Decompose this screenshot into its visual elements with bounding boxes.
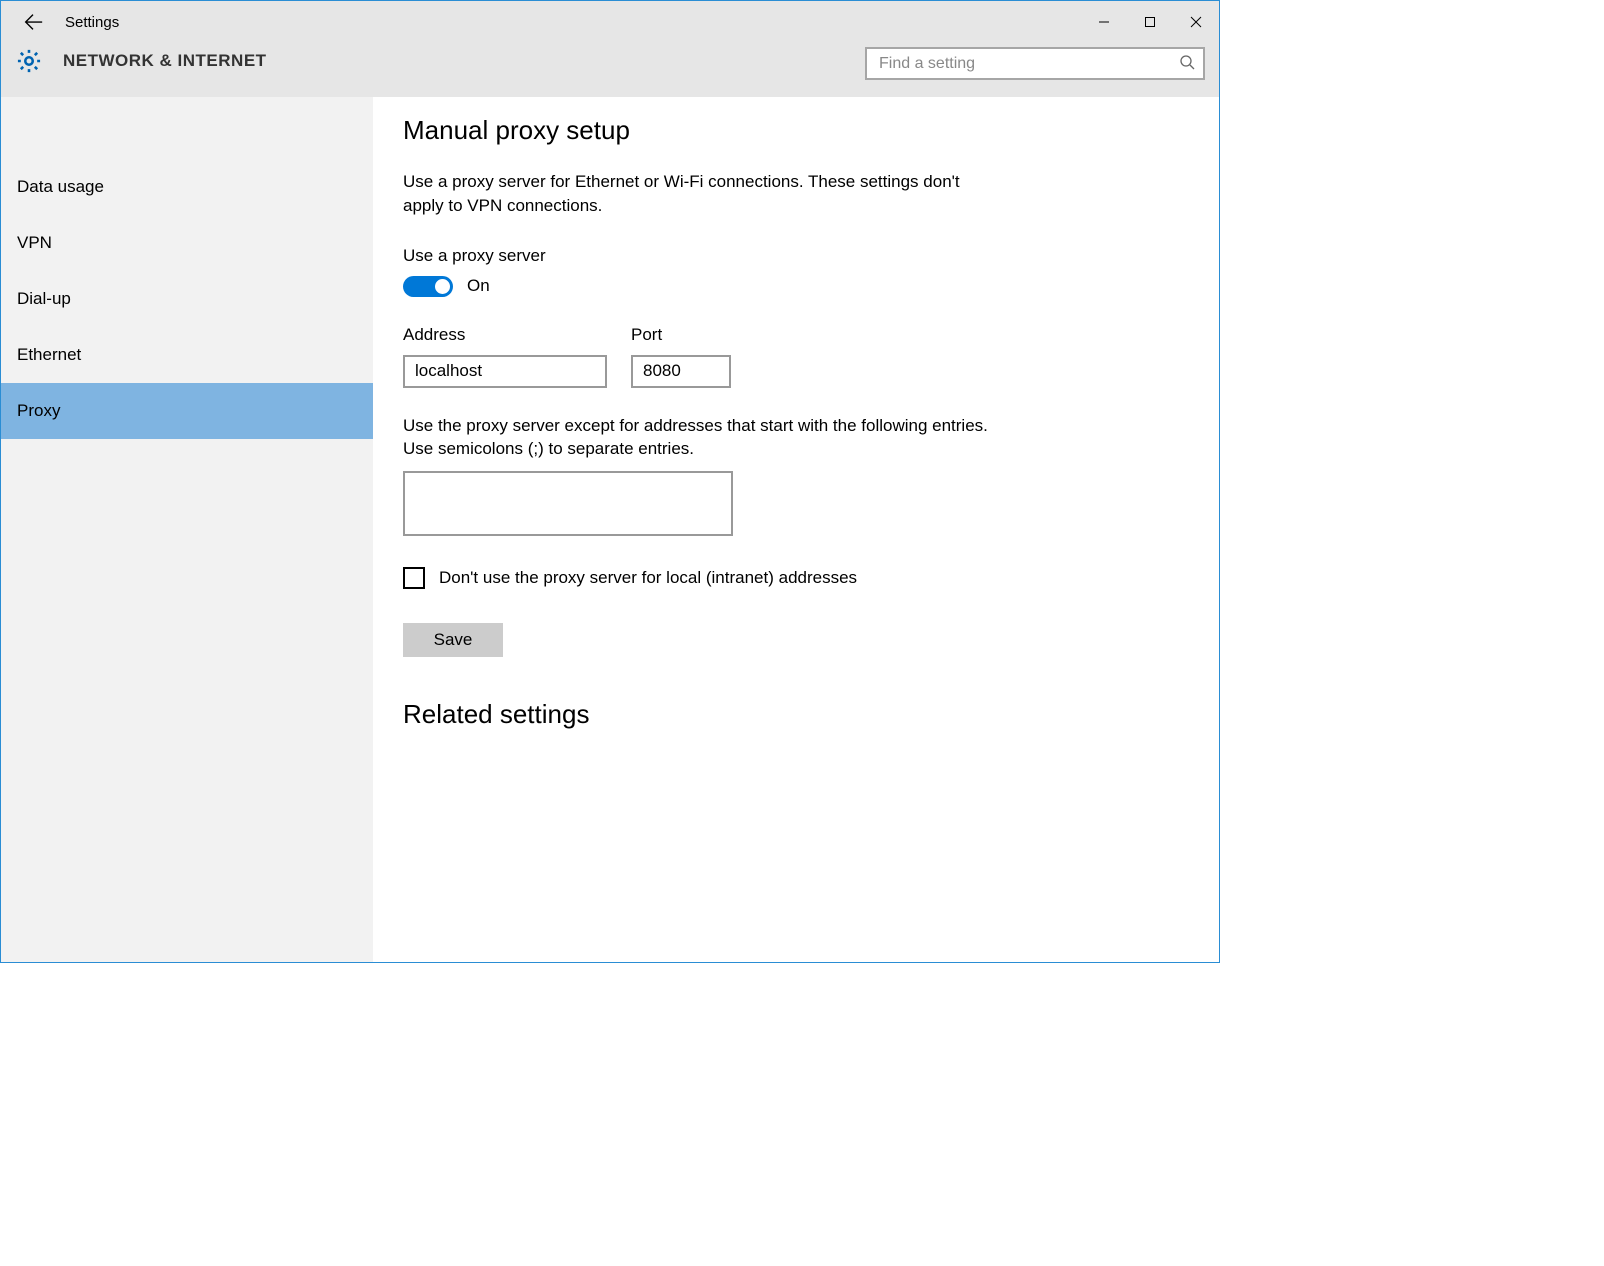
close-button[interactable] [1173,1,1219,43]
toggle-knob [435,279,450,294]
sidebar-item-label: Proxy [17,401,60,421]
section-title: Manual proxy setup [403,115,1189,146]
titlebar: Settings [1,1,1219,43]
sidebar-item-label: Ethernet [17,345,81,365]
sidebar-item-proxy[interactable]: Proxy [1,383,373,439]
address-input[interactable] [403,355,607,388]
sidebar-item-ethernet[interactable]: Ethernet [1,327,373,383]
sidebar-item-label: Data usage [17,177,104,197]
gear-icon [15,47,43,75]
minimize-button[interactable] [1081,1,1127,43]
exceptions-label: Use the proxy server except for addresse… [403,414,993,462]
search-box[interactable] [865,47,1205,80]
section-description: Use a proxy server for Ethernet or Wi-Fi… [403,170,993,218]
related-settings-title: Related settings [403,699,1189,730]
sidebar-item-dial-up[interactable]: Dial-up [1,271,373,327]
save-button[interactable]: Save [403,623,503,657]
sidebar-item-label: Dial-up [17,289,71,309]
window-title: Settings [65,14,119,31]
use-proxy-toggle[interactable] [403,276,453,297]
toggle-state-label: On [467,276,490,296]
sidebar-item-airplane-mode[interactable] [1,103,373,159]
subheader: NETWORK & INTERNET [1,43,1219,97]
sidebar-item-vpn[interactable]: VPN [1,215,373,271]
search-input[interactable] [879,55,1179,73]
sidebar: Data usage VPN Dial-up Ethernet Proxy [1,97,373,962]
port-input[interactable] [631,355,731,388]
content-area: Manual proxy setup Use a proxy server fo… [373,97,1219,962]
port-label: Port [631,325,731,345]
sidebar-item-data-usage[interactable]: Data usage [1,159,373,215]
window-controls [1081,1,1219,43]
category-title: NETWORK & INTERNET [63,51,267,71]
use-proxy-label: Use a proxy server [403,246,1189,266]
address-label: Address [403,325,607,345]
exceptions-input[interactable] [403,471,733,536]
sidebar-item-label: VPN [17,233,52,253]
maximize-button[interactable] [1127,1,1173,43]
bypass-local-checkbox[interactable] [403,567,425,589]
back-button[interactable] [19,8,47,36]
bypass-local-label[interactable]: Don't use the proxy server for local (in… [439,568,857,588]
search-icon [1179,54,1195,73]
